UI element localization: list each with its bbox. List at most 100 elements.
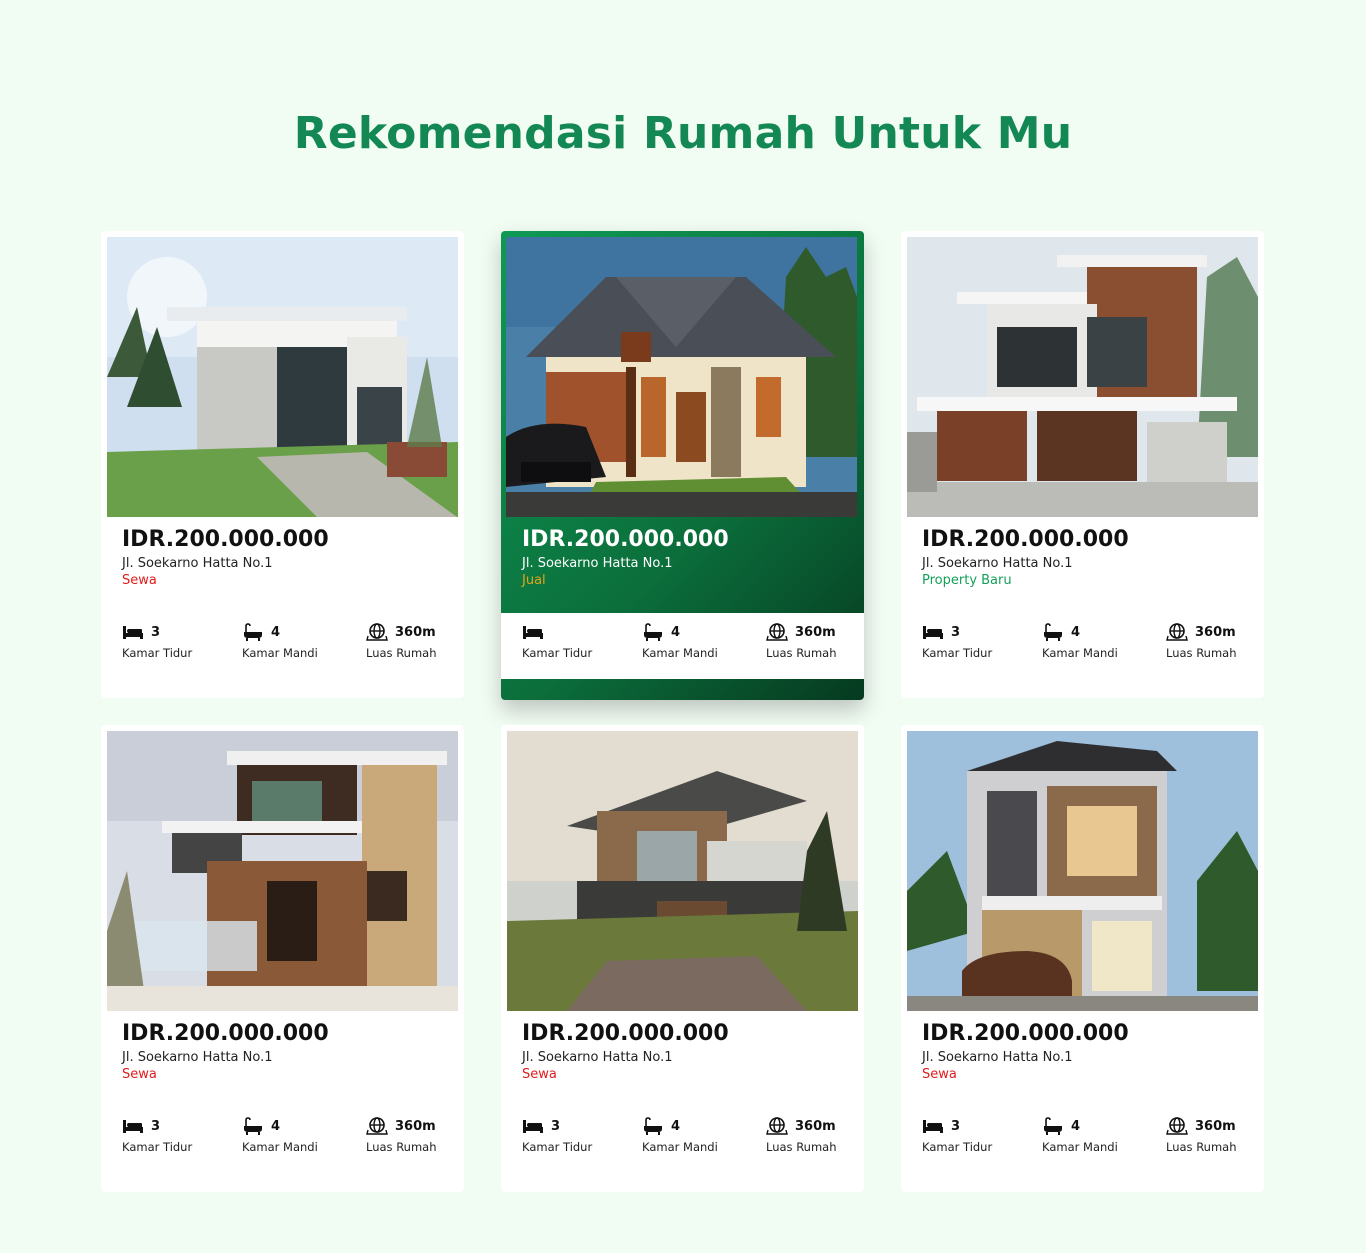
bed-icon (523, 626, 543, 639)
bed-icon (923, 626, 943, 639)
property-card[interactable]: IDR.200.000.000 Jl. Soekarno Hatta No.1 … (101, 725, 464, 1192)
spec-area: 360m Luas Rumah (366, 623, 464, 660)
bed-label: Kamar Tidur (522, 1140, 593, 1154)
status-badge: Sewa (922, 1067, 957, 1082)
bed-icon (123, 626, 143, 639)
bath-count: 4 (1071, 624, 1081, 640)
house-photo[interactable] (107, 237, 458, 517)
bath-label: Kamar Mandi (642, 646, 718, 660)
address: Jl. Soekarno Hatta No.1 (922, 1050, 1073, 1065)
bath-label: Kamar Mandi (642, 1140, 718, 1154)
bed-icon (523, 1120, 543, 1133)
bed-icon (123, 1120, 143, 1133)
bathtub-icon (644, 623, 662, 641)
bed-label: Kamar Tidur (522, 646, 593, 660)
spec-bathrooms: 4 Kamar Mandi (242, 1117, 352, 1154)
house-photo[interactable] (507, 731, 858, 1011)
globe-area-icon (366, 1117, 388, 1135)
spec-bathrooms: 4 Kamar Mandi (242, 623, 352, 660)
bathtub-icon (1044, 623, 1062, 641)
globe-area-icon (766, 1117, 788, 1135)
spec-bedrooms: 3 Kamar Tidur (922, 623, 1032, 661)
bathtub-icon (244, 1117, 262, 1135)
bath-count: 4 (271, 1118, 281, 1134)
house-photo[interactable] (107, 731, 458, 1011)
spec-area: 360m Luas Rumah (366, 1117, 464, 1154)
spec-bedrooms: 3 Kamar Tidur (122, 623, 232, 661)
area-value: 360m (1195, 624, 1236, 640)
area-label: Luas Rumah (366, 646, 437, 660)
bath-label: Kamar Mandi (1042, 1140, 1118, 1154)
area-label: Luas Rumah (766, 1140, 837, 1154)
price: IDR.200.000.000 (522, 527, 729, 552)
spec-bedrooms: 3 Kamar Tidur (922, 1117, 1032, 1155)
spec-area: 360m Luas Rumah (766, 1117, 864, 1154)
bed-count: 3 (151, 1118, 161, 1134)
price: IDR.200.000.000 (922, 527, 1129, 552)
bed-icon (923, 1120, 943, 1133)
bed-label: Kamar Tidur (122, 1140, 193, 1154)
spec-bathrooms: 4 Kamar Mandi (642, 1117, 752, 1154)
bathtub-icon (1044, 1117, 1062, 1135)
property-card[interactable]: IDR.200.000.000 Jl. Soekarno Hatta No.1 … (901, 725, 1264, 1192)
area-value: 360m (795, 1118, 836, 1134)
spec-bedrooms: 3 Kamar Tidur (122, 1117, 232, 1155)
page-title: Rekomendasi Rumah Untuk Mu (293, 108, 1073, 159)
status-badge: Sewa (122, 573, 157, 588)
bathtub-icon (644, 1117, 662, 1135)
bed-count: 3 (951, 1118, 961, 1134)
bed-count: 3 (151, 624, 161, 640)
bath-count: 4 (671, 624, 681, 640)
area-label: Luas Rumah (1166, 646, 1237, 660)
bed-label: Kamar Tidur (922, 1140, 993, 1154)
property-card[interactable]: IDR.200.000.000 Jl. Soekarno Hatta No.1 … (101, 231, 464, 698)
spec-bathrooms: 4 Kamar Mandi (1042, 1117, 1152, 1154)
house-photo[interactable] (907, 237, 1258, 517)
price: IDR.200.000.000 (522, 1021, 729, 1046)
spec-area: 360m Luas Rumah (1166, 1117, 1264, 1154)
status-badge: Sewa (522, 1067, 557, 1082)
area-value: 360m (795, 624, 836, 640)
bath-label: Kamar Mandi (242, 1140, 318, 1154)
bath-count: 4 (1071, 1118, 1081, 1134)
bed-label: Kamar Tidur (122, 646, 193, 660)
status-badge: Property Baru (922, 573, 1012, 588)
bath-count: 4 (271, 624, 281, 640)
globe-area-icon (1166, 623, 1188, 641)
property-card[interactable]: IDR.200.000.000 Jl. Soekarno Hatta No.1 … (501, 725, 864, 1192)
status-badge: Sewa (122, 1067, 157, 1082)
house-photo[interactable] (506, 237, 857, 517)
area-value: 360m (395, 1118, 436, 1134)
spec-bathrooms: 4 Kamar Mandi (642, 623, 752, 660)
address: Jl. Soekarno Hatta No.1 (522, 1050, 673, 1065)
bath-label: Kamar Mandi (242, 646, 318, 660)
bed-count: 3 (951, 624, 961, 640)
address: Jl. Soekarno Hatta No.1 (122, 556, 273, 571)
spec-area: 360m Luas Rumah (1166, 623, 1264, 660)
price: IDR.200.000.000 (122, 527, 329, 552)
area-value: 360m (1195, 1118, 1236, 1134)
bath-count: 4 (671, 1118, 681, 1134)
property-card[interactable]: IDR.200.000.000 Jl. Soekarno Hatta No.1 … (901, 231, 1264, 698)
spec-bedrooms: 3 Kamar Tidur (522, 1117, 632, 1155)
spec-bedrooms: Kamar Tidur (522, 623, 632, 660)
house-photo[interactable] (907, 731, 1258, 1011)
area-label: Luas Rumah (766, 646, 837, 660)
area-label: Luas Rumah (366, 1140, 437, 1154)
bed-count: 3 (551, 1118, 561, 1134)
area-value: 360m (395, 624, 436, 640)
property-card-active[interactable]: IDR.200.000.000 Jl. Soekarno Hatta No.1 … (501, 231, 864, 700)
address: Jl. Soekarno Hatta No.1 (922, 556, 1073, 571)
globe-area-icon (1166, 1117, 1188, 1135)
status-badge: Jual (522, 573, 546, 588)
spec-bathrooms: 4 Kamar Mandi (1042, 623, 1152, 660)
spec-area: 360m Luas Rumah (766, 623, 864, 660)
price: IDR.200.000.000 (122, 1021, 329, 1046)
price: IDR.200.000.000 (922, 1021, 1129, 1046)
bed-label: Kamar Tidur (922, 646, 993, 660)
area-label: Luas Rumah (1166, 1140, 1237, 1154)
bath-label: Kamar Mandi (1042, 646, 1118, 660)
bathtub-icon (244, 623, 262, 641)
globe-area-icon (766, 623, 788, 641)
address: Jl. Soekarno Hatta No.1 (122, 1050, 273, 1065)
